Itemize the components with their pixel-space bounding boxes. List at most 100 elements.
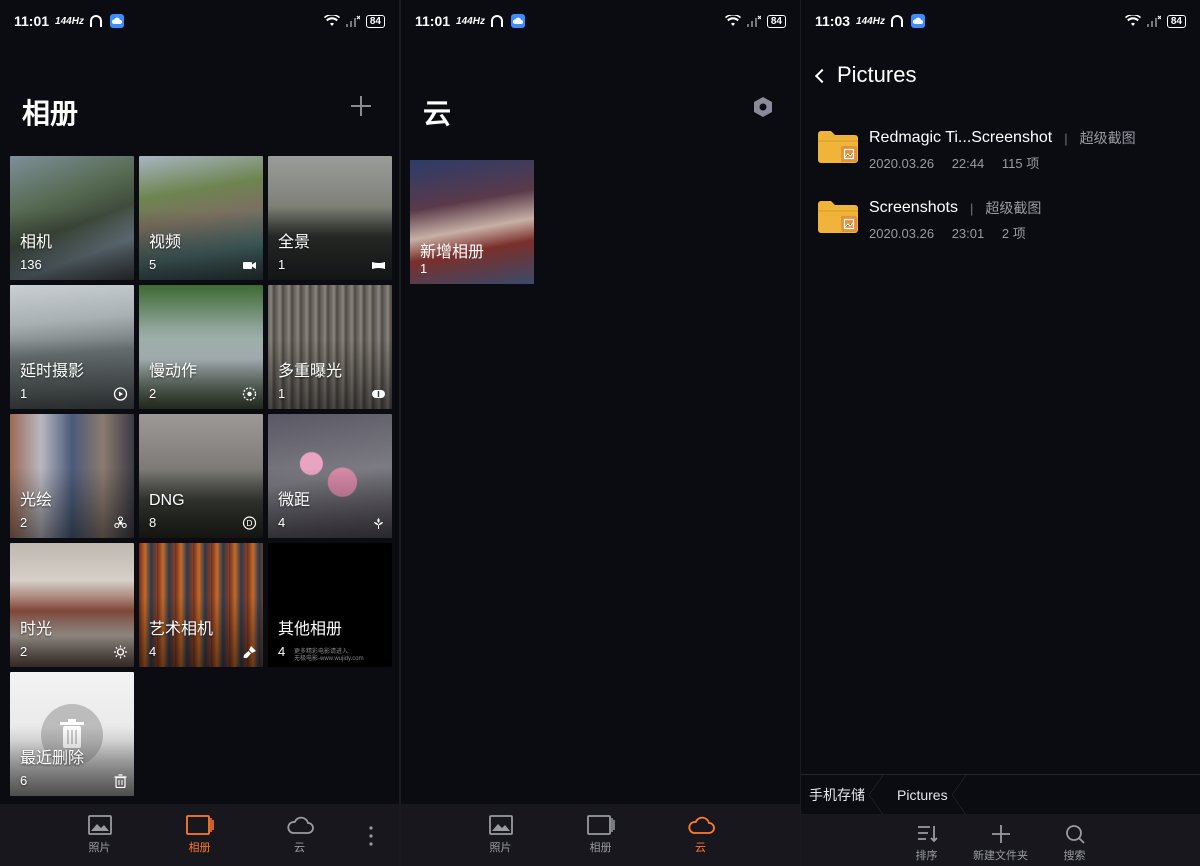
nav-photos[interactable]: 照片 [451, 804, 551, 866]
headphone-icon [89, 15, 102, 27]
album-count: 1 [278, 257, 286, 272]
album-tile-timelapse[interactable]: 延时摄影 1 [10, 285, 134, 409]
albums-screen: 11:01 144Hz 84 相册 相机 136 视频 5 全景 1 延时摄影 … [0, 0, 399, 866]
pictures-screen: 11:03 144Hz 84 Pictures Redmagic Ti...Sc… [801, 0, 1200, 866]
more-options-icon[interactable] [369, 826, 373, 846]
album-count: 136 [20, 257, 42, 272]
album-count: 1 [420, 261, 428, 276]
page-title: 云 [423, 98, 452, 129]
add-album-button[interactable] [349, 94, 373, 118]
timelapse-icon [113, 387, 128, 401]
album-icon [586, 815, 615, 835]
status-bar: 11:03 144Hz 84 [801, 0, 1200, 42]
wifi-icon [323, 15, 340, 26]
album-name: 延时摄影 [20, 363, 85, 380]
page-title: 相册 [22, 98, 79, 129]
panorama-icon [372, 262, 385, 269]
chevron-left-icon [814, 68, 830, 83]
album-name: DNG [149, 492, 185, 509]
album-tile-recently-deleted[interactable]: 最近删除 6 [10, 672, 134, 796]
album-tile-dng[interactable]: DNG 8 D [139, 414, 263, 538]
macro-flower-icon [374, 518, 383, 529]
album-grid: 相机 136 视频 5 全景 1 延时摄影 1 慢动作 2 多重曝光 1 光绘 … [10, 156, 392, 796]
album-tile-camera[interactable]: 相机 136 [10, 156, 134, 280]
folder-count: 2 项 [1001, 226, 1026, 241]
album-tile-panorama[interactable]: 全景 1 [268, 156, 392, 280]
back-button[interactable]: Pictures [814, 62, 917, 88]
nav-cloud[interactable]: 云 [250, 804, 350, 866]
headphone-icon [490, 15, 503, 27]
album-tile-video[interactable]: 视频 5 [139, 156, 263, 280]
album-count: 4 [278, 515, 286, 530]
brush-icon [243, 646, 256, 658]
album-tile-macro[interactable]: 微距 4 [268, 414, 392, 538]
status-time: 11:01 [14, 13, 50, 29]
album-name: 其他相册 [278, 621, 343, 638]
settings-hexagon-icon[interactable] [752, 96, 774, 118]
folder-icon [818, 201, 858, 233]
album-tile-multi-exposure[interactable]: 多重曝光 1 [268, 285, 392, 409]
light-painting-icon [114, 516, 127, 528]
wifi-icon [724, 15, 741, 26]
album-name: 微距 [278, 492, 311, 509]
dng-icon: D [242, 516, 257, 530]
album-tile-art-camera[interactable]: 艺术相机 4 [139, 543, 263, 667]
nav-photos[interactable]: 照片 [50, 804, 150, 866]
divider: | [969, 200, 974, 216]
nav-label: 相册 [589, 842, 612, 854]
folder-tag: 超级截图 [1079, 130, 1136, 146]
multi-exposure-icon [372, 390, 385, 398]
folder-time: 22:44 [951, 156, 985, 171]
bottom-toolbar: 排序 新建文件夹 搜索 [801, 814, 1200, 866]
battery-indicator: 84 [1166, 14, 1186, 28]
album-name: 相机 [20, 234, 53, 251]
nav-albums[interactable]: 相册 [150, 804, 250, 866]
watermark-text: 更多精彩电影请进入: 无极电影-www.wujidy.com [294, 649, 364, 663]
album-name: 慢动作 [149, 363, 198, 380]
folder-item[interactable]: Screenshots | 超级截图 2020.03.26 23:01 2 项 [817, 198, 1041, 242]
nav-label: 照片 [489, 842, 512, 854]
status-bar: 11:01 144Hz 84 [401, 0, 800, 42]
folder-tag: 超级截图 [985, 200, 1042, 216]
breadcrumb-item-pictures[interactable]: Pictures [883, 774, 966, 815]
album-tile-time[interactable]: 时光 2 [10, 543, 134, 667]
refresh-rate-label: 144Hz [856, 15, 885, 27]
sort-icon [917, 826, 938, 843]
cloud-screen: 11:01 144Hz 84 云 照片 相册 云 [401, 0, 800, 866]
nav-albums[interactable]: 相册 [551, 804, 651, 866]
svg-text:D: D [246, 519, 252, 528]
album-count: 4 [278, 644, 286, 659]
refresh-rate-label: 144Hz [456, 15, 485, 27]
sort-button[interactable]: 排序 [890, 814, 964, 866]
album-tile-other[interactable]: 其他相册 4 更多精彩电影请进入: 无极电影-www.wujidy.com [268, 543, 392, 667]
cloud-album-tile[interactable]: 新增相册 1 [410, 160, 534, 284]
album-name: 时光 [20, 621, 53, 638]
folder-icon [818, 131, 858, 163]
sun-icon [114, 645, 127, 659]
album-count: 4 [149, 644, 157, 659]
photo-icon [87, 815, 112, 835]
battery-indicator: 84 [365, 14, 385, 28]
breadcrumb: 手机存储 Pictures [801, 774, 1200, 815]
search-button[interactable]: 搜索 [1038, 814, 1112, 866]
search-icon [1065, 825, 1085, 844]
plus-icon [991, 825, 1010, 843]
nav-cloud[interactable]: 云 [651, 804, 751, 866]
battery-indicator: 84 [766, 14, 786, 28]
signal-icon [746, 15, 761, 27]
signal-icon [345, 15, 360, 27]
album-count: 2 [20, 644, 28, 659]
breadcrumb-item-storage[interactable]: 手机存储 [801, 774, 883, 815]
new-folder-button[interactable]: 新建文件夹 [964, 814, 1038, 866]
album-tile-slow-motion[interactable]: 慢动作 2 [139, 285, 263, 409]
folder-item[interactable]: Redmagic Ti...Screenshot | 超级截图 2020.03.… [817, 128, 1136, 172]
page-title: Pictures [837, 62, 917, 87]
cloud-icon [286, 816, 314, 834]
folder-name: Redmagic Ti...Screenshot [869, 129, 1053, 146]
divider: | [1064, 130, 1068, 146]
album-name: 全景 [278, 234, 311, 251]
album-tile-light-painting[interactable]: 光绘 2 [10, 414, 134, 538]
album-count: 2 [149, 386, 157, 401]
album-count: 1 [278, 386, 286, 401]
toolbar-label: 搜索 [1063, 850, 1086, 862]
